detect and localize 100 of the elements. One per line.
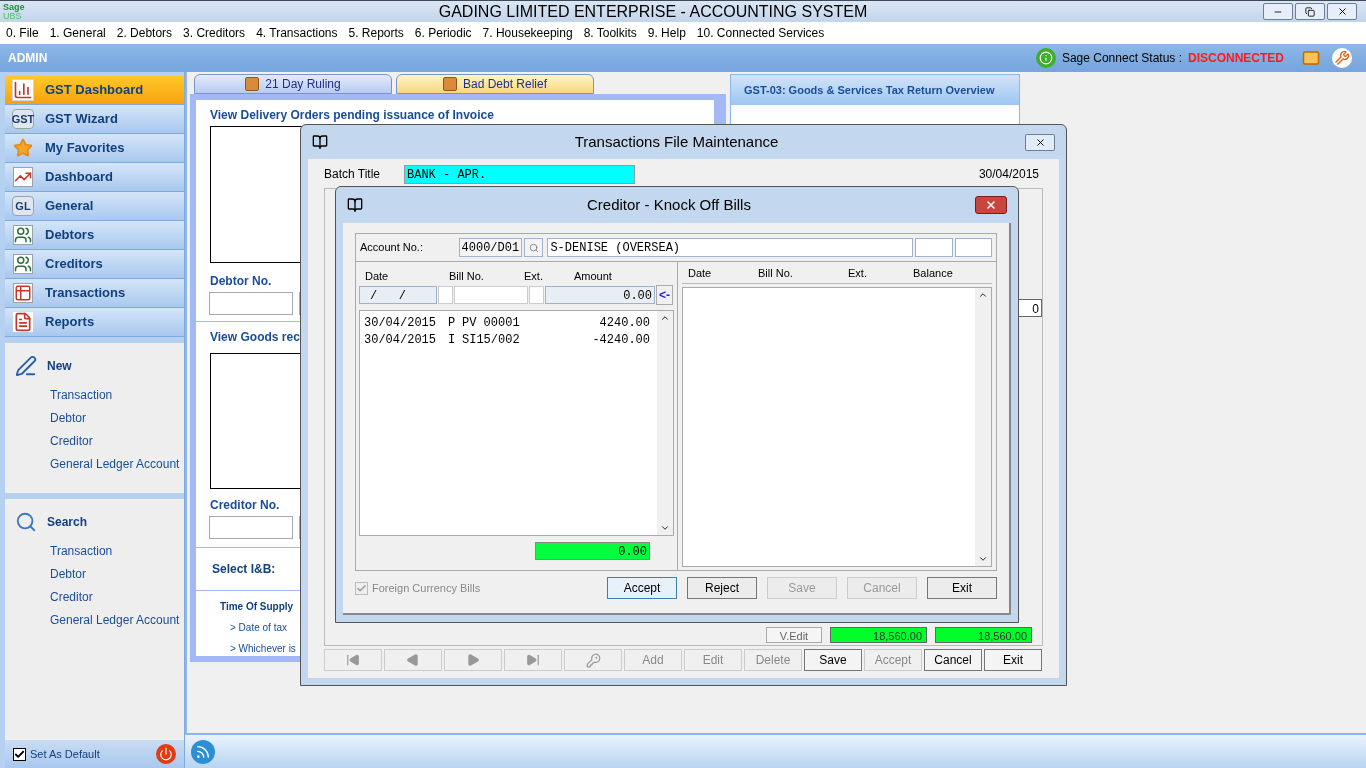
menu-item[interactable]: 0. File <box>2 24 43 42</box>
table-cell-text: PV 00001 <box>462 314 521 332</box>
menu-item[interactable]: 5. Reports <box>344 24 408 42</box>
field-label: Debtor No. <box>210 272 272 290</box>
sidebar-link[interactable]: Creditor <box>15 429 184 452</box>
input-field[interactable] <box>915 238 953 257</box>
menu-item[interactable]: 6. Periodic <box>410 24 476 42</box>
dialog-button[interactable]: Accept <box>607 577 677 599</box>
dialog-button[interactable]: Exit <box>984 649 1042 671</box>
input-field[interactable] <box>209 291 293 315</box>
amount-field[interactable]: 0.00 <box>545 286 655 304</box>
panel-title: GST-03: Goods & Services Tax Return Overview <box>731 75 1019 105</box>
checkbox[interactable] <box>355 581 368 595</box>
nav-item[interactable]: GL General <box>5 192 184 221</box>
column-header: Bill No. <box>758 265 794 281</box>
menu-item[interactable]: 10. Connected Services <box>692 24 829 42</box>
logo-text: UBS <box>3 11 22 21</box>
nav-item[interactable]: Reports <box>5 308 184 337</box>
input-field[interactable] <box>209 516 293 539</box>
menu-item[interactable]: 4. Transactions <box>252 24 342 42</box>
tab[interactable]: 21 Day Ruling <box>194 74 392 94</box>
input-field[interactable] <box>529 286 544 304</box>
nav-label: GST Wizard <box>45 110 118 129</box>
input-field[interactable] <box>954 238 992 257</box>
last-icon <box>526 653 540 667</box>
nav-item[interactable]: GST Dashboard <box>5 76 184 105</box>
sidebar-link[interactable]: Creditor <box>15 585 184 608</box>
input-field[interactable]: BANK - APR. <box>404 164 635 184</box>
dialog-button[interactable]: Cancel <box>924 649 982 671</box>
sidebar-link[interactable]: General Ledger Account <box>15 608 184 631</box>
menu-item[interactable]: 8. Toolkits <box>579 24 641 42</box>
sidebar-link[interactable]: Debtor <box>15 562 184 585</box>
nav-label: Reports <box>45 313 95 332</box>
menu-item[interactable]: 3. Creditors <box>179 24 250 42</box>
nav-label: Transactions <box>45 284 126 303</box>
scroll-up-icon[interactable] <box>660 313 670 323</box>
transfer-button[interactable]: <- <box>656 285 673 305</box>
input-field[interactable]: 4000/D01 <box>458 238 522 257</box>
menu-item[interactable]: 2. Debtors <box>112 24 177 42</box>
nav-label: Debtors <box>45 226 95 245</box>
tools-icon[interactable] <box>1332 48 1352 68</box>
total-field: 0.00 <box>535 542 650 560</box>
field-label: Account No.: <box>360 240 424 256</box>
sidebar-link[interactable]: General Ledger Account <box>15 452 184 475</box>
close-icon <box>1336 6 1348 17</box>
sidebar-link[interactable]: Transaction <box>15 383 184 406</box>
rss-icon[interactable] <box>191 739 215 764</box>
dialog-button[interactable]: Exit <box>927 577 997 599</box>
lookup-button[interactable] <box>523 238 544 257</box>
table-cell-text: -4240.00 <box>591 331 650 349</box>
people-icon <box>13 254 33 274</box>
input-field[interactable] <box>454 286 528 304</box>
scroll-down-icon[interactable] <box>660 523 670 533</box>
scroll-up-icon[interactable] <box>978 290 988 300</box>
input-field[interactable] <box>438 286 453 304</box>
input-field[interactable]: S-DENISE (OVERSEA) <box>547 238 914 257</box>
menu-item[interactable]: 1. General <box>45 24 110 42</box>
restore-button[interactable] <box>1295 3 1325 20</box>
total-field: 18,560.00 <box>935 627 1032 643</box>
info-text: > Date of tax <box>229 621 287 635</box>
people-icon <box>13 225 33 245</box>
menu-item[interactable]: 7. Housekeeping <box>478 24 577 42</box>
checkbox-label: Set As Default <box>30 746 100 762</box>
edit-button[interactable]: V.Edit <box>766 627 822 643</box>
logo-text: Sage <box>3 2 26 12</box>
power-icon[interactable] <box>156 744 176 764</box>
column-header: Ext. <box>848 265 868 281</box>
nav-item[interactable]: My Favorites <box>5 134 184 163</box>
column-header: Amount <box>574 268 613 284</box>
status-label: Sage Connect Status : <box>1061 50 1182 67</box>
nav-item[interactable]: Transactions <box>5 279 184 308</box>
table-cell-text: 4240.00 <box>598 314 650 332</box>
scrollbar[interactable] <box>975 288 991 566</box>
table-cell-text: 30/04/2015 <box>364 331 437 349</box>
previous-icon <box>406 653 420 667</box>
menu-item[interactable]: 9. Help <box>643 24 690 42</box>
scrollbar[interactable] <box>657 311 673 535</box>
nav-item[interactable]: Dashboard <box>5 163 184 192</box>
column-header: Date <box>364 268 390 284</box>
info-icon[interactable] <box>1035 48 1056 68</box>
dialog-button[interactable]: Reject <box>687 577 757 599</box>
sidebar-link[interactable]: Debtor <box>15 406 184 429</box>
next-icon <box>466 653 480 667</box>
badge-icon: GST <box>12 109 34 129</box>
sidebar-link[interactable]: Transaction <box>15 539 184 562</box>
date-field[interactable]: / / <box>359 286 437 304</box>
close-icon <box>985 199 997 211</box>
book-icon <box>312 134 328 150</box>
checkbox[interactable] <box>13 747 26 761</box>
nav-item[interactable]: GST GST Wizard <box>5 105 184 134</box>
report-icon <box>13 312 33 332</box>
search-icon <box>528 242 539 253</box>
minimize-button[interactable] <box>1263 3 1293 20</box>
scroll-down-icon[interactable] <box>978 554 988 564</box>
field-label: Creditor No. <box>210 497 280 514</box>
dialog-button[interactable]: Save <box>804 649 862 671</box>
nav-item[interactable]: Debtors <box>5 221 184 250</box>
close-button[interactable] <box>975 196 1007 214</box>
tab[interactable]: Bad Debt Relief <box>396 74 594 94</box>
nav-item[interactable]: Creditors <box>5 250 184 279</box>
